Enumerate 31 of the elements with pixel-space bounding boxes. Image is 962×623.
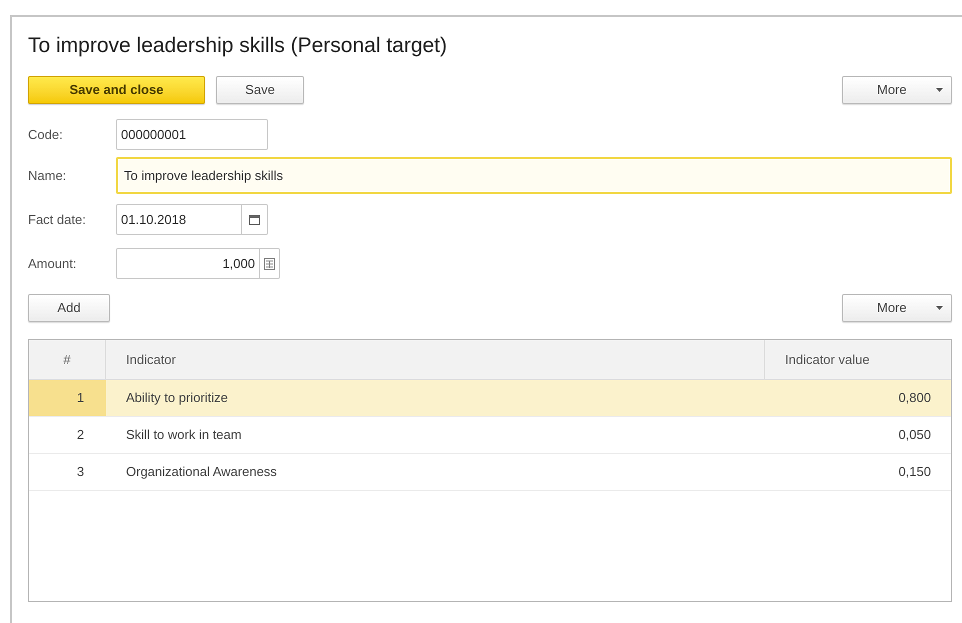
column-header[interactable]: # (29, 340, 106, 379)
calendar-icon (249, 214, 260, 224)
table-row[interactable]: 1 Ability to prioritize 0,800 (29, 380, 951, 417)
add-button[interactable]: Add (28, 294, 110, 322)
table-cell-text: 0,800 (897, 389, 932, 408)
caret-icon (936, 306, 943, 310)
name-field[interactable]: To improve leadership skills (116, 157, 952, 194)
table-cell-text: 0,050 (897, 426, 932, 444)
save-and-close-button[interactable]: Save and close (28, 76, 205, 104)
fact-date-label: Fact date: (28, 210, 87, 229)
code-field[interactable]: 000000001 (116, 119, 268, 150)
amount-label: Amount: (28, 254, 78, 273)
column-header[interactable]: Indicator (106, 340, 765, 379)
save-button[interactable]: Save (216, 76, 304, 104)
column-header[interactable]: Indicator value (765, 340, 951, 379)
name-label: Name: (28, 166, 68, 185)
table-cell: 1 (29, 380, 106, 416)
window-title: To improve leadership skills (Personal target) (28, 33, 448, 59)
date-field[interactable]: 01.10.2018 (116, 204, 268, 235)
table-cell-text: Ability to prioritize (125, 389, 229, 408)
caret-icon (936, 88, 943, 92)
amount-field[interactable]: 1,000 (116, 248, 280, 279)
table-cell-text: 2 (76, 426, 86, 444)
code-label: Code: (28, 126, 64, 144)
calculator-icon (264, 258, 275, 270)
table-cell-text: 3 (76, 463, 86, 482)
more-button[interactable]: More (842, 294, 952, 322)
table-cell-text: Organizational Awareness (125, 463, 278, 482)
table-cell-text: Skill to work in team (125, 426, 243, 444)
more-button[interactable]: More (842, 76, 952, 104)
table-cell-text: 0,150 (897, 463, 932, 482)
